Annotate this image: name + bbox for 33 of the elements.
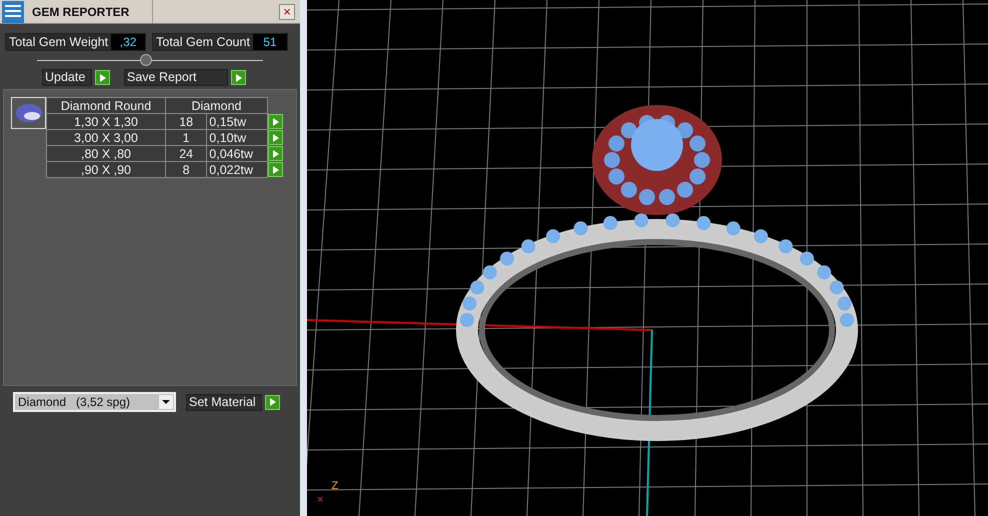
caret-icon [159,395,173,409]
action-button[interactable]: Save Report [124,69,228,86]
table-cell: 3,00 X 3,00 [46,130,166,146]
app-icon [2,0,24,22]
table-cell: ,90 X ,90 [46,162,166,178]
total-value: ,32 [111,34,146,50]
gem-icon [14,103,42,123]
table-cell: 0,046tw [206,146,268,162]
column-header: Diamond [166,98,268,114]
table-cell: ,80 X ,80 [46,146,166,162]
total-value: 51 [252,34,287,50]
x-axis-label: × [317,495,324,506]
table-cell: 1 [166,130,207,146]
material-name: Diamond [18,394,68,411]
table-cell: 0,022tw [206,162,268,178]
material-spg: (3,52 spg) [76,394,132,411]
column-header: Diamond Round [46,98,166,114]
material-dropdown[interactable]: Diamond (3,52 spg) [13,392,176,412]
set-material-button[interactable]: Set Material [186,394,262,410]
table-cell: 24 [166,146,207,162]
table-cell: 1,30 X 1,30 [46,114,166,130]
table-cell: 8 [166,162,207,178]
window-title: GEM REPORTER [32,4,130,20]
action-button[interactable]: Update [42,69,92,86]
table-cell: 18 [166,114,207,130]
table-cell: 0,10tw [206,130,268,146]
table-cell: 0,15tw [206,114,268,130]
play-icon[interactable] [265,394,280,410]
close-button[interactable]: × [279,4,295,20]
slider-handle[interactable] [140,54,152,66]
z-axis-label: Z [331,481,338,492]
total-label: Total Gem Count [155,34,251,50]
total-label: Total Gem Weight [8,34,110,50]
